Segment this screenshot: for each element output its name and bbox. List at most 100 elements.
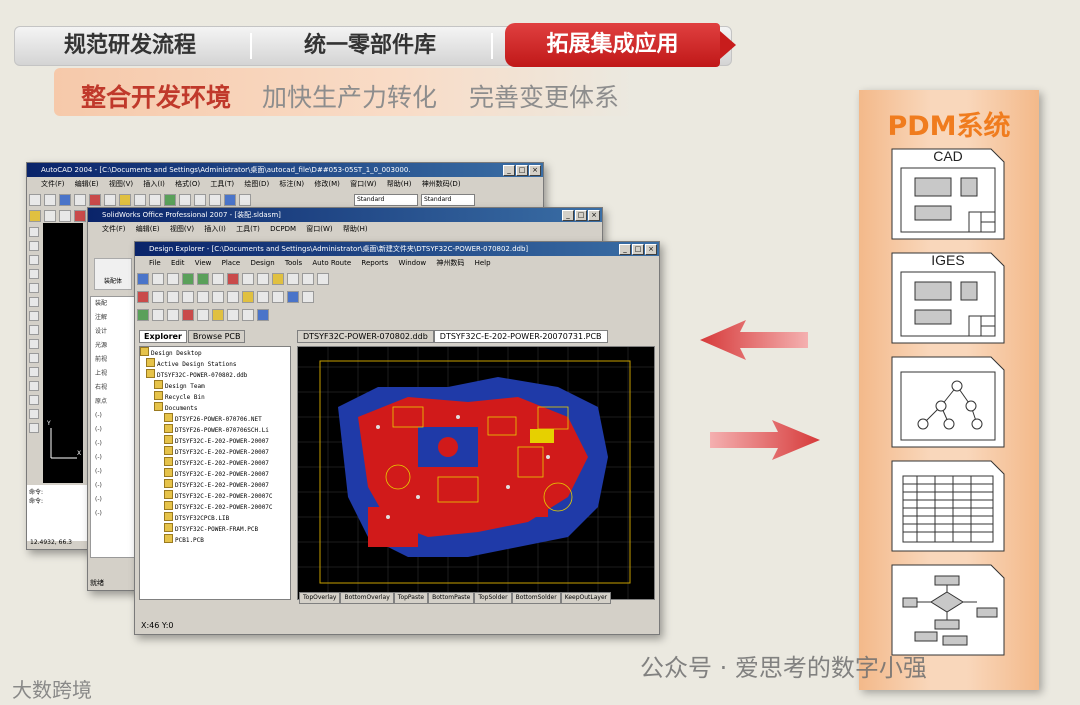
paste-icon[interactable]: [119, 194, 131, 206]
zoom-out-icon[interactable]: [197, 273, 209, 285]
string-icon[interactable]: [197, 291, 209, 303]
tree-item[interactable]: 原点: [91, 395, 137, 409]
tab-browse-pcb[interactable]: Browse PCB: [187, 330, 246, 343]
tree-item[interactable]: (-): [91, 451, 137, 465]
layer-tab[interactable]: TopOverlay: [299, 592, 341, 604]
polyline-icon[interactable]: [29, 255, 39, 265]
copy-icon[interactable]: [104, 194, 116, 206]
menu-item[interactable]: 帮助(H): [387, 180, 412, 188]
rectangle-icon[interactable]: [29, 283, 39, 293]
tree-node[interactable]: Documents: [140, 402, 290, 413]
tree-item[interactable]: (-): [91, 465, 137, 479]
subtab-change-system[interactable]: 完善变更体系: [469, 78, 619, 114]
text-icon[interactable]: [29, 423, 39, 433]
dim-style-dropdown[interactable]: Standard: [421, 194, 475, 206]
structure-document[interactable]: [891, 356, 1005, 448]
dimension-icon[interactable]: [227, 291, 239, 303]
tab-pcb-document[interactable]: DTSYF32C-E-202-POWER-20070731.PCB: [433, 330, 608, 343]
tree-node[interactable]: DTSYF32C-POWER-FRAM.PCB: [140, 523, 290, 534]
polygon-icon[interactable]: [29, 269, 39, 279]
flowchart-document[interactable]: [891, 564, 1005, 656]
tree-node[interactable]: Recycle Bin: [140, 391, 290, 402]
menu-item[interactable]: DCPDM: [270, 225, 296, 233]
line-icon[interactable]: [152, 291, 164, 303]
menu-item[interactable]: File: [149, 259, 161, 267]
tree-node[interactable]: DTSYF32C-E-202-POWER-20007: [140, 479, 290, 490]
track-icon[interactable]: [137, 291, 149, 303]
zoom-icon[interactable]: [179, 194, 191, 206]
tree-item[interactable]: (-): [91, 479, 137, 493]
undo-icon[interactable]: [134, 194, 146, 206]
autocad-drawing-area[interactable]: Y X: [43, 223, 83, 483]
copy-icon[interactable]: [302, 273, 314, 285]
layer-icon[interactable]: [137, 309, 149, 321]
fit-icon[interactable]: [212, 273, 224, 285]
menu-item[interactable]: 标注(N): [279, 180, 304, 188]
menu-item[interactable]: Tools: [285, 259, 302, 267]
close-button[interactable]: ×: [529, 165, 541, 176]
menu-item[interactable]: 编辑(E): [75, 180, 99, 188]
assembly-button[interactable]: 装配体: [94, 258, 132, 290]
print-icon[interactable]: [167, 273, 179, 285]
menu-item[interactable]: View: [195, 259, 212, 267]
tab-ddb-document[interactable]: DTSYF32C-POWER-070802.ddb: [297, 330, 434, 343]
menu-item[interactable]: 插入(I): [143, 180, 165, 188]
tree-node[interactable]: DTSYF26-POWER-070706SCH.Li: [140, 424, 290, 435]
menu-item[interactable]: 窗口(W): [306, 225, 332, 233]
design-center-icon[interactable]: [224, 194, 236, 206]
tree-item[interactable]: 上视: [91, 367, 137, 381]
autocad-command-line[interactable]: 命令: 命令:: [27, 485, 91, 541]
fill-icon[interactable]: [257, 291, 269, 303]
menu-item[interactable]: 插入(I): [204, 225, 226, 233]
tree-node[interactable]: PCB1.PCB: [140, 534, 290, 545]
menu-item[interactable]: Window: [399, 259, 427, 267]
help-icon[interactable]: [239, 194, 251, 206]
layer-tab[interactable]: KeepOutLayer: [560, 592, 612, 604]
open-icon[interactable]: [137, 273, 149, 285]
tab-explorer[interactable]: Explorer: [139, 330, 187, 343]
tree-item[interactable]: 设计: [91, 325, 137, 339]
layer-tab[interactable]: BottomPaste: [428, 592, 475, 604]
region-icon[interactable]: [29, 395, 39, 405]
maximize-button[interactable]: □: [575, 210, 587, 221]
block-icon[interactable]: [29, 353, 39, 363]
tree-node[interactable]: DTSYF32C-E-202-POWER-20007: [140, 446, 290, 457]
line-icon[interactable]: [29, 227, 39, 237]
subtab-integrated-dev-env[interactable]: 整合开发环境: [81, 78, 231, 114]
tree-node[interactable]: DTSYF32C-E-202-POWER-20007: [140, 468, 290, 479]
tree-node[interactable]: DTSYF32C-E-202-POWER-20007: [140, 457, 290, 468]
tree-item[interactable]: (-): [91, 493, 137, 507]
tree-item[interactable]: 右视: [91, 381, 137, 395]
help-icon[interactable]: [257, 309, 269, 321]
zoom-in-icon[interactable]: [182, 273, 194, 285]
menu-item[interactable]: 编辑(E): [136, 225, 160, 233]
menu-item[interactable]: Edit: [171, 259, 185, 267]
tree-node[interactable]: DTSYF32C-E-202-POWER-20007: [140, 435, 290, 446]
menu-item[interactable]: 格式(O): [175, 180, 200, 188]
tree-item[interactable]: 注解: [91, 311, 137, 325]
menu-item[interactable]: Help: [475, 259, 491, 267]
menu-item[interactable]: 帮助(H): [343, 225, 368, 233]
highlight-icon[interactable]: [212, 309, 224, 321]
construction-line-icon[interactable]: [29, 241, 39, 251]
menu-item[interactable]: 视图(V): [170, 225, 194, 233]
tree-node[interactable]: DTSYF32C-E-202-POWER-20007C: [140, 490, 290, 501]
circle-icon[interactable]: [29, 311, 39, 321]
menu-item[interactable]: 文件(F): [41, 180, 65, 188]
table-icon[interactable]: [29, 409, 39, 419]
menu-item[interactable]: Design: [250, 259, 274, 267]
menu-item[interactable]: Place: [222, 259, 241, 267]
point-icon[interactable]: [29, 367, 39, 377]
cross-probe-icon[interactable]: [227, 273, 239, 285]
measure-icon[interactable]: [167, 309, 179, 321]
cut-icon[interactable]: [89, 194, 101, 206]
menu-item[interactable]: Auto Route: [312, 259, 351, 267]
menu-item[interactable]: 工具(T): [236, 225, 260, 233]
move-icon[interactable]: [257, 273, 269, 285]
component-icon[interactable]: [287, 291, 299, 303]
redo-icon[interactable]: [242, 309, 254, 321]
spline-icon[interactable]: [29, 325, 39, 335]
tree-item[interactable]: (-): [91, 437, 137, 451]
coordinate-icon[interactable]: [212, 291, 224, 303]
menu-item[interactable]: 神州数码(D): [422, 180, 461, 188]
